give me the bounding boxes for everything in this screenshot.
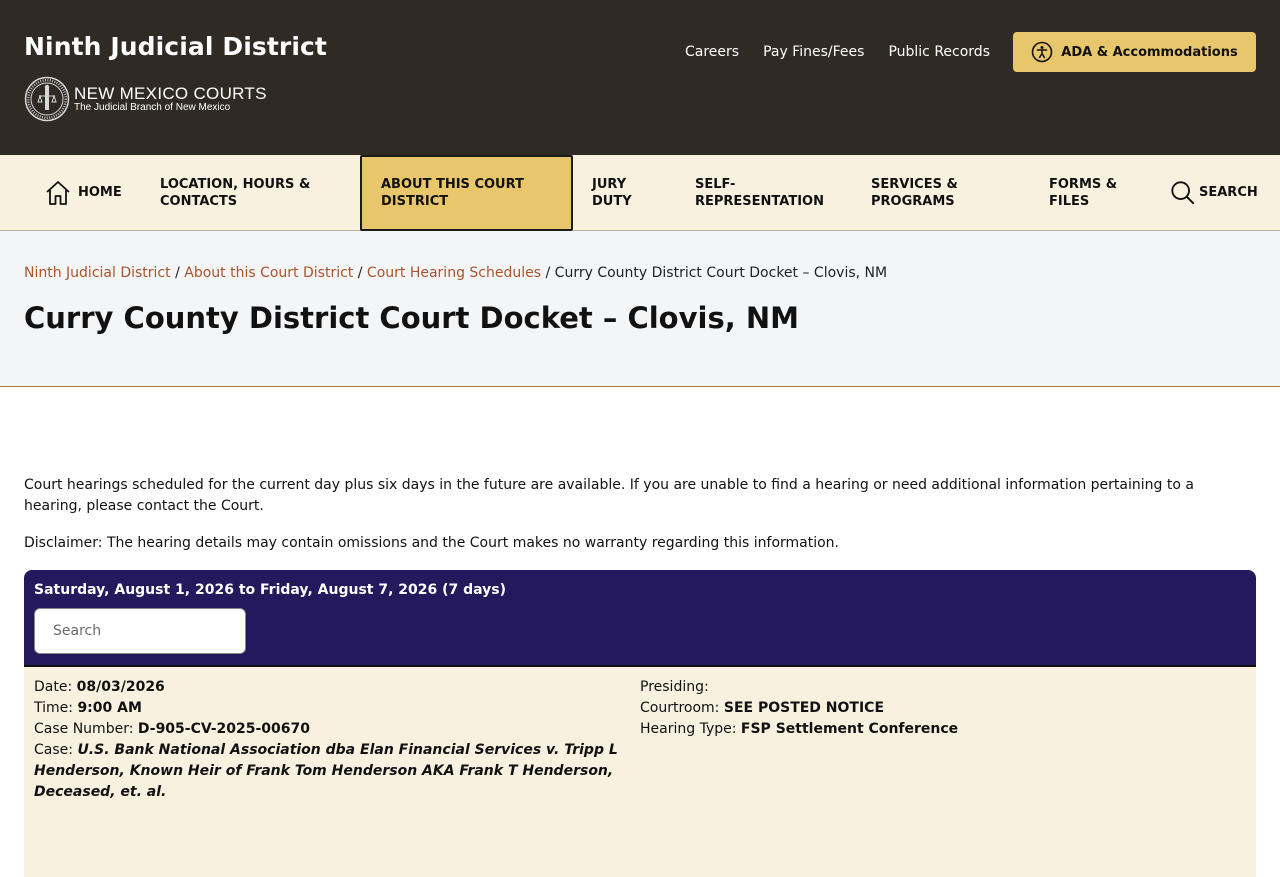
docket-table: Saturday, August 1, 2026 to Friday, Augu… bbox=[24, 570, 1256, 877]
page-title: Curry County District Court Docket – Clo… bbox=[24, 301, 799, 335]
breadcrumb-separator: / bbox=[545, 265, 551, 281]
case-line: Case: U.S. Bank National Association dba… bbox=[34, 740, 630, 803]
ada-accommodations-button[interactable]: ADA & Accommodations bbox=[1013, 32, 1256, 72]
nav-self-representation[interactable]: SELF-REPRESENTATION bbox=[695, 155, 845, 230]
nav-search[interactable]: SEARCH bbox=[1170, 155, 1258, 230]
hearing-type-line: Hearing Type: FSP Settlement Conference bbox=[640, 719, 958, 740]
hearing-right-column: Presiding: Courtroom: SEE POSTED NOTICE … bbox=[630, 677, 958, 877]
careers-link[interactable]: Careers bbox=[685, 44, 739, 60]
home-icon bbox=[46, 180, 70, 205]
hearing-type-label: Hearing Type: bbox=[640, 721, 737, 737]
docket-header: Saturday, August 1, 2026 to Friday, Augu… bbox=[24, 570, 1256, 667]
courtroom-line: Courtroom: SEE POSTED NOTICE bbox=[640, 698, 958, 719]
page-banner: Ninth Judicial District / About this Cou… bbox=[0, 231, 1280, 387]
main-navigation: HOME LOCATION, HOURS & CONTACTS ABOUT TH… bbox=[0, 155, 1280, 231]
date-label: Date: bbox=[34, 679, 73, 695]
ada-button-label: ADA & Accommodations bbox=[1061, 44, 1238, 60]
hearing-row: Date: 08/03/2026 Time: 9:00 AM Case Numb… bbox=[24, 667, 1256, 877]
breadcrumb-current: Curry County District Court Docket – Clo… bbox=[554, 265, 888, 281]
site-header: Ninth Judicial District NEW MEXICO COURT… bbox=[0, 0, 1280, 155]
public-records-link[interactable]: Public Records bbox=[888, 44, 990, 60]
case-number: D-905-CV-2025-00670 bbox=[137, 721, 310, 737]
breadcrumb: Ninth Judicial District / About this Cou… bbox=[24, 265, 887, 281]
nav-home[interactable]: HOME bbox=[44, 155, 122, 230]
hearing-type: FSP Settlement Conference bbox=[740, 721, 959, 737]
hearing-time-line: Time: 9:00 AM bbox=[34, 698, 630, 719]
hearing-date-line: Date: 08/03/2026 bbox=[34, 677, 630, 698]
intro-text: Court hearings scheduled for the current… bbox=[24, 477, 1194, 514]
nav-location-hours-contacts[interactable]: LOCATION, HOURS & CONTACTS bbox=[160, 155, 330, 230]
breadcrumb-link-ninth-judicial-district[interactable]: Ninth Judicial District bbox=[24, 265, 171, 281]
hearing-left-column: Date: 08/03/2026 Time: 9:00 AM Case Numb… bbox=[34, 677, 630, 877]
breadcrumb-link-about-court-district[interactable]: About this Court District bbox=[184, 265, 353, 281]
disclaimer-text: Disclaimer: The hearing details may cont… bbox=[24, 535, 840, 551]
pay-fines-link[interactable]: Pay Fines/Fees bbox=[763, 44, 864, 60]
nav-services-programs[interactable]: SERVICES & PROGRAMS bbox=[871, 155, 1001, 230]
nav-search-label: SEARCH bbox=[1199, 185, 1258, 200]
nav-jury-duty[interactable]: JURY DUTY bbox=[592, 155, 662, 230]
case-number-label: Case Number: bbox=[34, 721, 134, 737]
hearing-date: 08/03/2026 bbox=[76, 679, 165, 695]
breadcrumb-separator: / bbox=[175, 265, 180, 281]
logo-main-text: NEW MEXICO COURTS bbox=[74, 83, 267, 103]
courtroom-label: Courtroom: bbox=[640, 700, 720, 716]
presiding-label: Presiding: bbox=[640, 679, 709, 695]
presiding-line: Presiding: bbox=[640, 677, 958, 698]
date-range: Saturday, August 1, 2026 to Friday, Augu… bbox=[34, 582, 507, 598]
nav-about-court-district[interactable]: ABOUT THIS COURT DISTRICT bbox=[360, 155, 573, 231]
case-title: U.S. Bank National Association dba Elan … bbox=[34, 742, 618, 800]
court-seal-icon bbox=[24, 76, 70, 122]
site-title[interactable]: Ninth Judicial District bbox=[24, 32, 327, 61]
time-label: Time: bbox=[34, 700, 73, 716]
accessibility-icon bbox=[1031, 41, 1053, 63]
nav-forms-files[interactable]: FORMS & FILES bbox=[1049, 155, 1139, 230]
case-number-line: Case Number: D-905-CV-2025-00670 bbox=[34, 719, 630, 740]
nm-courts-logo[interactable]: NEW MEXICO COURTS The Judicial Branch of… bbox=[24, 76, 267, 122]
main-content: Court hearings scheduled for the current… bbox=[0, 387, 1280, 877]
nav-home-label: HOME bbox=[78, 185, 122, 200]
courtroom: SEE POSTED NOTICE bbox=[723, 700, 885, 716]
case-label: Case: bbox=[34, 742, 73, 758]
logo-sub-text: The Judicial Branch of New Mexico bbox=[74, 101, 231, 113]
breadcrumb-link-court-hearing-schedules[interactable]: Court Hearing Schedules bbox=[367, 265, 541, 281]
search-icon bbox=[1171, 180, 1195, 204]
hearing-time: 9:00 AM bbox=[77, 700, 142, 716]
breadcrumb-separator: / bbox=[357, 265, 363, 281]
utility-links: Careers Pay Fines/Fees Public Records bbox=[685, 44, 990, 60]
docket-search-input[interactable] bbox=[34, 608, 246, 654]
